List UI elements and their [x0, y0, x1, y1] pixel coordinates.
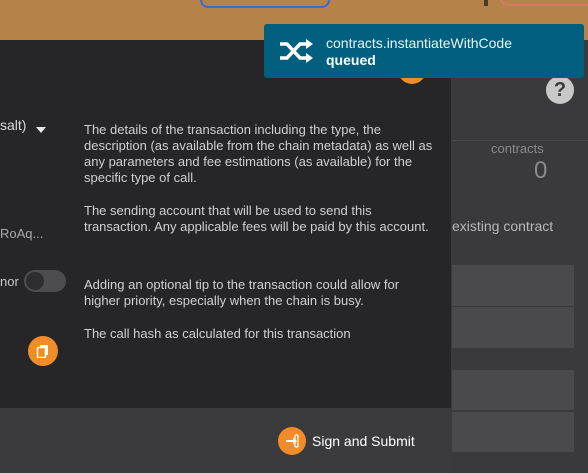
help-text-call-hash: The call hash as calculated for this tra…: [84, 326, 351, 341]
contracts-count: 0: [534, 157, 548, 184]
contracts-label: contracts: [491, 141, 544, 156]
toast-title: contracts.instantiateWithCode: [326, 35, 512, 51]
call-select-label[interactable]: salt): [0, 117, 26, 133]
browser-tab[interactable]: [200, 0, 330, 8]
browser-tab[interactable]: [500, 0, 588, 6]
toast-notification[interactable]: contracts.instantiateWithCode queued: [264, 24, 584, 78]
existing-contract-button[interactable]: existing contract: [452, 218, 553, 234]
background-card: [452, 412, 574, 452]
background-card: [452, 370, 574, 410]
chevron-down-icon[interactable]: [36, 127, 46, 133]
copy-icon: [36, 345, 48, 358]
sign-and-submit-button[interactable]: Sign and Submit: [278, 427, 415, 455]
browser-tab-divider: [484, 0, 488, 6]
help-text-tip: Adding an optional tip to the transactio…: [84, 277, 400, 308]
toast-status: queued: [326, 52, 376, 68]
toggle-knob: [26, 272, 44, 290]
help-text-account: The sending account that will be used to…: [84, 203, 429, 234]
shuffle-icon: [280, 39, 313, 63]
sending-account-address[interactable]: RoAq...: [0, 226, 43, 241]
tip-toggle-label: nor: [0, 274, 19, 289]
sign-in-icon: [278, 427, 306, 455]
help-text-details: The details of the transaction including…: [84, 122, 433, 185]
tip-toggle[interactable]: [24, 270, 66, 292]
sign-and-submit-label: Sign and Submit: [312, 433, 415, 449]
background-card: [452, 265, 574, 306]
background-card: [452, 307, 574, 348]
copy-call-hash-button[interactable]: [28, 336, 58, 366]
help-icon[interactable]: ?: [546, 76, 574, 104]
